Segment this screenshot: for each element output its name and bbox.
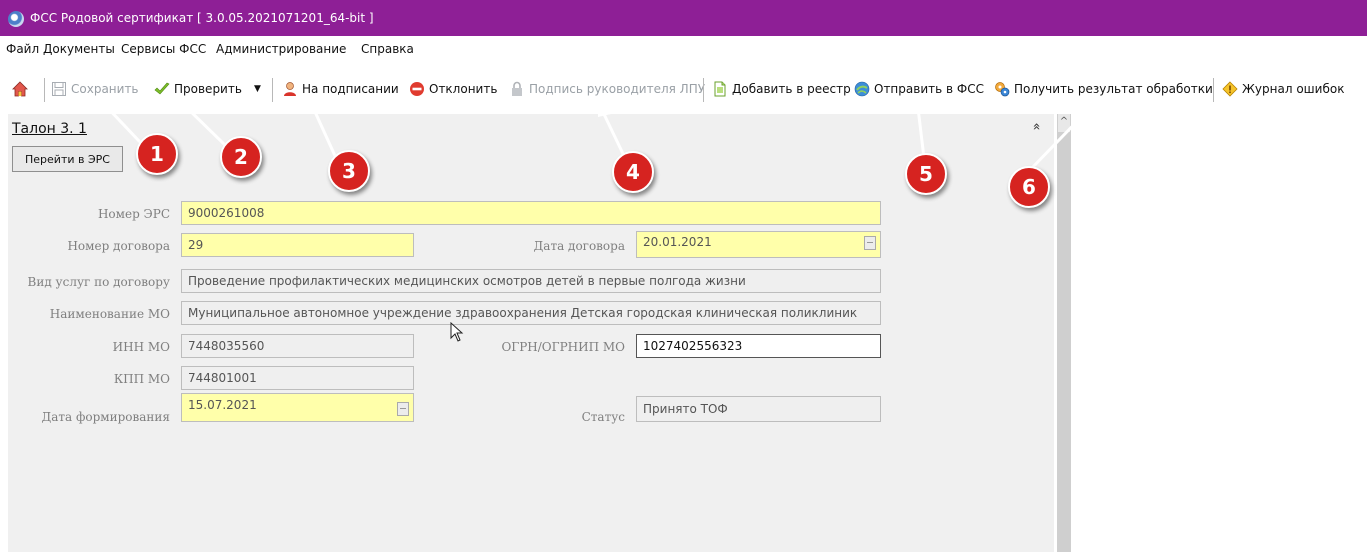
callout-badge-4: 4: [612, 151, 654, 193]
callout-badge-6: 6: [1008, 166, 1050, 208]
callout-arrow-6: [1028, 108, 1090, 172]
callout-arrow-5: [916, 106, 926, 160]
callout-badge-2: 2: [220, 136, 262, 178]
callout-arrow-3: [309, 101, 338, 160]
callout-arrows: [96, 95, 1093, 172]
callout-arrow-2: [183, 104, 227, 147]
callout-badge-3: 3: [328, 150, 370, 192]
callout-badge-1: 1: [136, 133, 178, 175]
callout-badge-5: 5: [905, 153, 947, 195]
callout-arrow-1: [101, 101, 142, 144]
